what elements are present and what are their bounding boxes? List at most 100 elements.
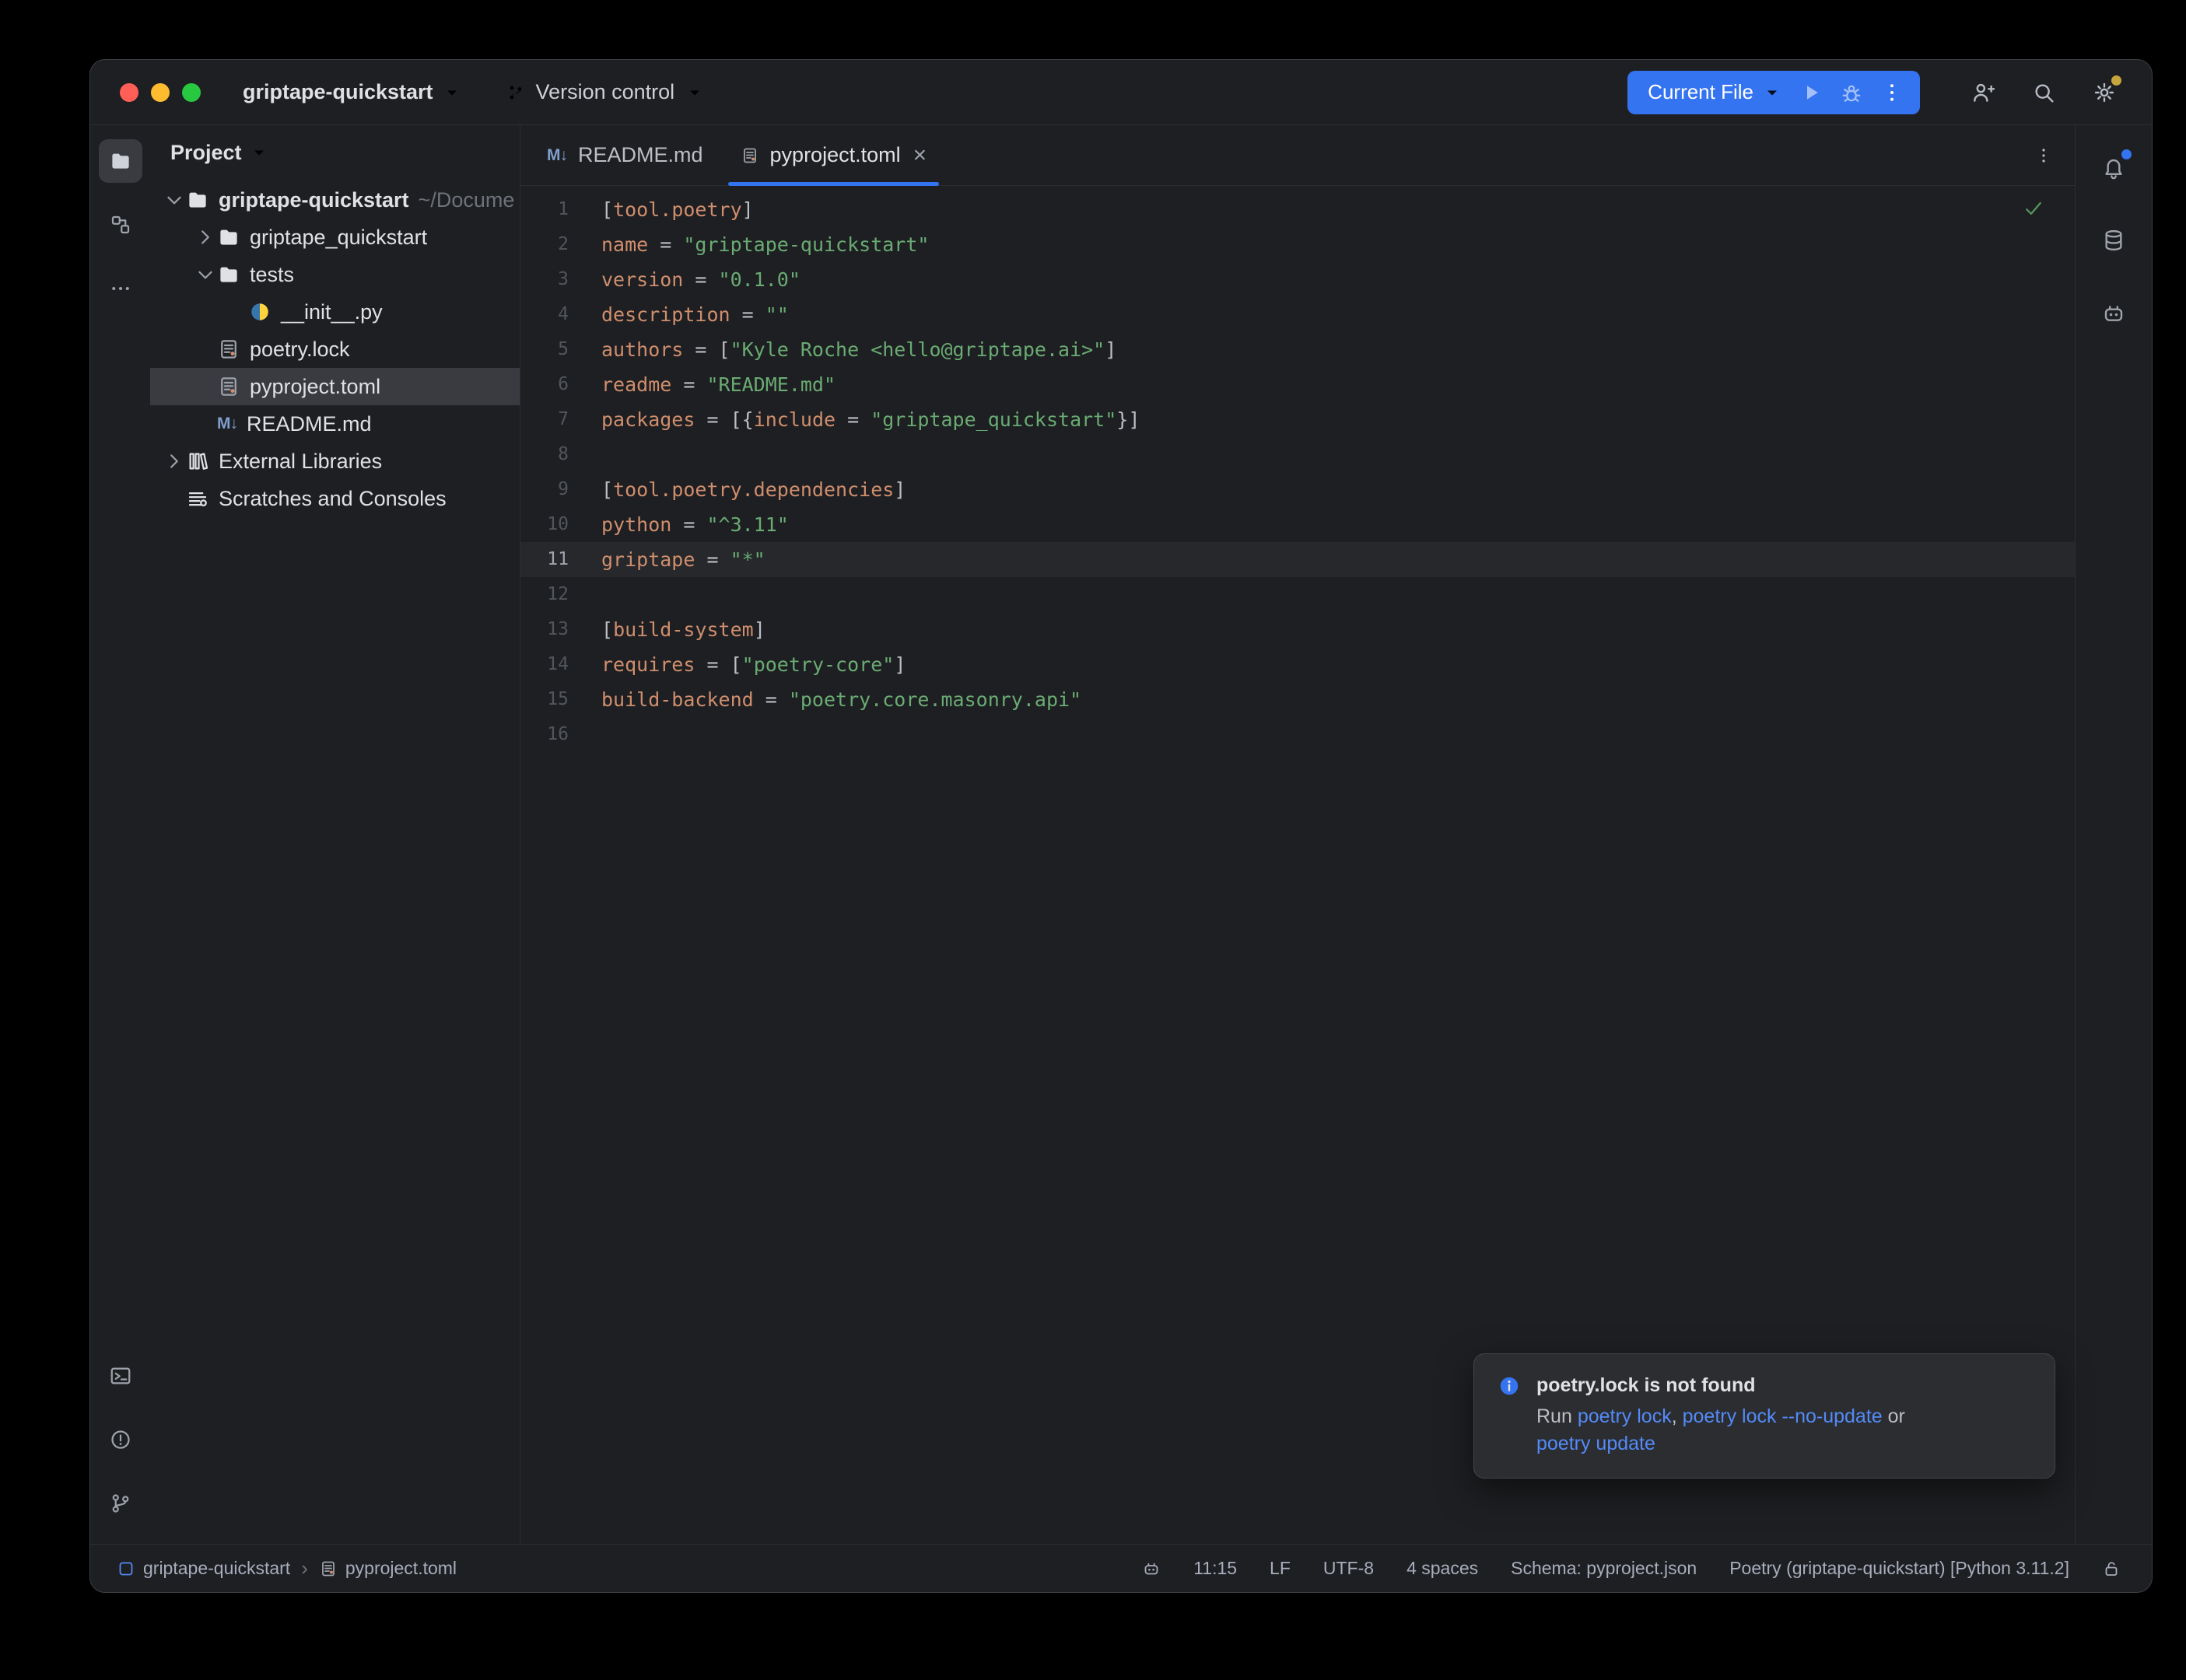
structure-tool-window-button[interactable] xyxy=(99,203,142,247)
tree-item-readme-md[interactable]: M↓README.md xyxy=(150,405,520,443)
database-tool-window-button[interactable] xyxy=(2092,219,2135,262)
interpreter-widget[interactable]: Poetry (griptape-quickstart) [Python 3.1… xyxy=(1729,1558,2069,1579)
more-tool-windows-button[interactable] xyxy=(99,267,142,310)
indent-label: 4 spaces xyxy=(1407,1558,1478,1579)
code-text: description = "" xyxy=(581,297,789,332)
tree-item--init-py[interactable]: __init__.py xyxy=(150,293,520,331)
code-line-2[interactable]: 2name = "griptape-quickstart" xyxy=(520,227,2075,262)
chevron-down-icon xyxy=(443,83,461,102)
info-icon xyxy=(1498,1374,1521,1398)
cursor-position-widget[interactable]: 11:15 xyxy=(1193,1558,1237,1579)
code-with-me-button[interactable] xyxy=(1962,72,2004,114)
close-tab-icon[interactable]: × xyxy=(913,144,927,167)
tree-item-label: griptape-quickstart xyxy=(219,188,409,212)
code-line-12[interactable]: 12 xyxy=(520,577,2075,612)
play-icon xyxy=(1799,81,1823,104)
indent-widget[interactable]: 4 spaces xyxy=(1407,1558,1478,1579)
project-panel-header[interactable]: Project xyxy=(150,125,520,180)
minimize-window-button[interactable] xyxy=(151,83,170,102)
line-separator-label: LF xyxy=(1270,1558,1291,1579)
chevron-right-icon[interactable] xyxy=(163,450,186,473)
code-line-13[interactable]: 13[build-system] xyxy=(520,612,2075,647)
code-line-3[interactable]: 3version = "0.1.0" xyxy=(520,262,2075,297)
code-line-6[interactable]: 6readme = "README.md" xyxy=(520,367,2075,402)
code-line-15[interactable]: 15build-backend = "poetry.core.masonry.a… xyxy=(520,682,2075,717)
tree-item-pyproject-toml[interactable]: pyproject.toml xyxy=(150,368,520,405)
notification-link[interactable]: poetry lock xyxy=(1578,1405,1672,1427)
debug-button[interactable] xyxy=(1831,75,1872,110)
line-number: 11 xyxy=(520,542,581,577)
tree-item-label: __init__.py xyxy=(281,300,383,324)
chevron-down-icon[interactable] xyxy=(194,263,217,286)
close-window-button[interactable] xyxy=(120,83,138,102)
code-line-14[interactable]: 14requires = ["poetry-core"] xyxy=(520,647,2075,682)
problems-tool-window-button[interactable] xyxy=(99,1418,142,1461)
code-line-8[interactable]: 8 xyxy=(520,437,2075,472)
tree-item-label: tests xyxy=(250,263,294,287)
line-number: 9 xyxy=(520,472,581,507)
code-line-9[interactable]: 9[tool.poetry.dependencies] xyxy=(520,472,2075,507)
tab-readme-md[interactable]: M↓README.md xyxy=(528,125,722,185)
run-button[interactable] xyxy=(1791,75,1831,110)
notifications-button[interactable] xyxy=(2092,145,2135,189)
code-editor[interactable]: 1[tool.poetry]2name = "griptape-quicksta… xyxy=(520,186,2075,1544)
encoding-widget[interactable]: UTF-8 xyxy=(1323,1558,1374,1579)
code-text xyxy=(581,577,601,612)
code-line-5[interactable]: 5authors = ["Kyle Roche <hello@griptape.… xyxy=(520,332,2075,367)
tree-item-external-libraries[interactable]: External Libraries xyxy=(150,443,520,480)
ai-icon xyxy=(1142,1559,1161,1578)
tree-item-griptape-quickstart[interactable]: griptape-quickstart~/Docume xyxy=(150,181,520,219)
tree-item-griptape-quickstart[interactable]: griptape_quickstart xyxy=(150,219,520,256)
ai-status-widget[interactable] xyxy=(1142,1559,1161,1578)
code-line-16[interactable]: 16 xyxy=(520,717,2075,752)
notification-link[interactable]: poetry update xyxy=(1536,1433,1655,1454)
code-text: [tool.poetry] xyxy=(581,192,754,227)
cursor-position-label: 11:15 xyxy=(1193,1558,1237,1579)
terminal-icon xyxy=(109,1364,132,1388)
chevron-down-icon[interactable] xyxy=(163,188,186,212)
breadcrumb-griptape-quickstart[interactable]: griptape-quickstart xyxy=(117,1558,290,1579)
notification-body: Run poetry lock, poetry lock --no-update… xyxy=(1536,1403,1905,1458)
tree-item-poetry-lock[interactable]: poetry.lock xyxy=(150,331,520,368)
right-toolbar xyxy=(2075,125,2152,1544)
inspections-status-icon[interactable] xyxy=(2022,197,2045,220)
settings-button[interactable] xyxy=(2083,72,2125,114)
code-line-4[interactable]: 4description = "" xyxy=(520,297,2075,332)
tree-item-scratches-and-consoles[interactable]: Scratches and Consoles xyxy=(150,480,520,517)
line-number: 7 xyxy=(520,402,581,437)
code-line-1[interactable]: 1[tool.poetry] xyxy=(520,192,2075,227)
zoom-window-button[interactable] xyxy=(182,83,201,102)
tab-options-kebab-icon[interactable] xyxy=(2034,146,2053,165)
tab-pyproject-toml[interactable]: pyproject.toml × xyxy=(722,125,946,185)
tab-label: pyproject.toml xyxy=(770,143,901,167)
tree-item-tests[interactable]: tests xyxy=(150,256,520,293)
statusbar: griptape-quickstart›pyproject.toml 11:15… xyxy=(90,1544,2152,1592)
folder-icon xyxy=(217,226,240,249)
breadcrumbs: griptape-quickstart›pyproject.toml xyxy=(117,1556,457,1580)
project-tool-window-button[interactable] xyxy=(99,139,142,183)
interpreter-label: Poetry (griptape-quickstart) [Python 3.1… xyxy=(1729,1558,2069,1579)
branch-icon xyxy=(109,1492,132,1515)
more-run-options-button[interactable] xyxy=(1872,75,1912,110)
write-access-widget[interactable] xyxy=(2102,1559,2121,1578)
code-text: authors = ["Kyle Roche <hello@griptape.a… xyxy=(581,332,1116,367)
notification-link[interactable]: poetry lock --no-update xyxy=(1683,1405,1883,1427)
search-everywhere-button[interactable] xyxy=(2023,72,2065,114)
code-line-10[interactable]: 10python = "^3.11" xyxy=(520,507,2075,542)
project-widget[interactable]: griptape-quickstart xyxy=(233,74,471,110)
line-number: 14 xyxy=(520,647,581,682)
chevron-right-icon[interactable] xyxy=(194,226,217,249)
version-control-tool-window-button[interactable] xyxy=(99,1482,142,1525)
code-text: requires = ["poetry-core"] xyxy=(581,647,906,682)
version-control-widget[interactable]: Version control xyxy=(497,74,714,110)
code-line-7[interactable]: 7packages = [{include = "griptape_quicks… xyxy=(520,402,2075,437)
notification-text: , xyxy=(1672,1405,1683,1427)
code-line-11[interactable]: 11griptape = "*" xyxy=(520,542,2075,577)
schema-widget[interactable]: Schema: pyproject.json xyxy=(1511,1558,1697,1579)
breadcrumb-pyproject-toml[interactable]: pyproject.toml xyxy=(319,1558,457,1579)
ai-assistant-tool-window-button[interactable] xyxy=(2092,292,2135,335)
run-configuration-widget[interactable]: Current File xyxy=(1627,71,1920,114)
terminal-tool-window-button[interactable] xyxy=(99,1354,142,1398)
line-separator-widget[interactable]: LF xyxy=(1270,1558,1291,1579)
update-badge xyxy=(2111,75,2121,86)
